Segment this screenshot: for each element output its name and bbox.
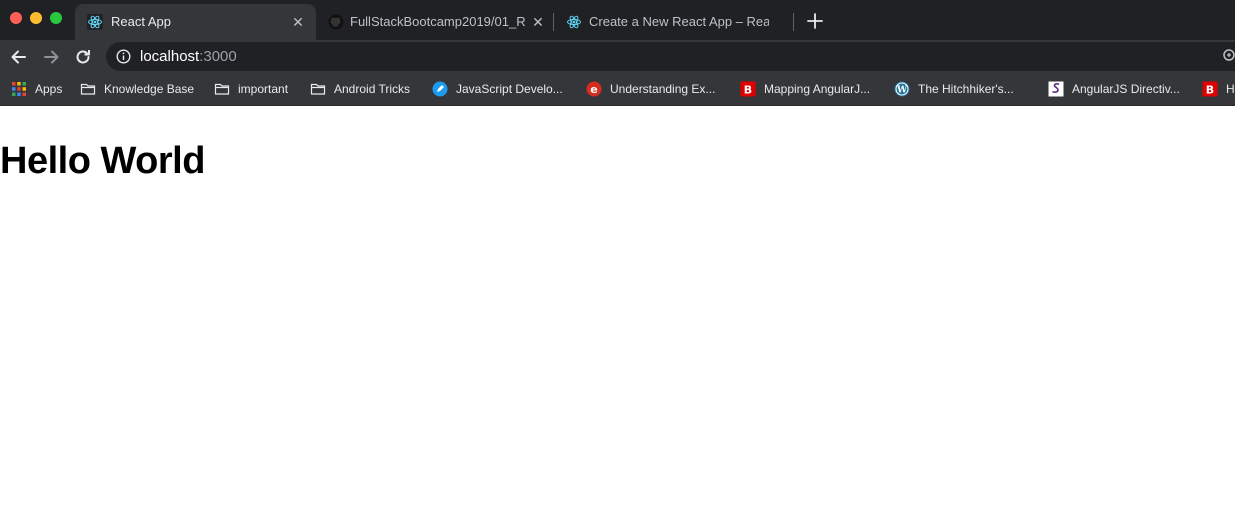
window-zoom-button[interactable]: [50, 12, 62, 24]
react-icon: [567, 15, 581, 29]
close-icon[interactable]: ✕: [290, 14, 306, 30]
bookmark-label: important: [238, 82, 289, 96]
folder-icon: [80, 83, 96, 95]
new-tab-icon[interactable]: [806, 12, 824, 30]
bookmarks-bar: Apps Knowledge Base important Android Tr…: [0, 73, 1235, 106]
wordpress-icon: W: [894, 81, 910, 97]
tab-title: Create a New React App – Reac: [589, 14, 769, 29]
svg-text:B: B: [744, 84, 752, 97]
bookmark-label: The Hitchhiker's...: [918, 82, 1014, 96]
b-icon: B: [1202, 81, 1218, 97]
bookmark-label: Apps: [35, 82, 63, 96]
address-bar[interactable]: localhost:3000: [106, 42, 1235, 71]
bookmark-knowledge-base[interactable]: Knowledge Base: [80, 80, 194, 98]
info-icon[interactable]: [116, 49, 131, 64]
bookmark-label: Knowledge Base: [104, 82, 195, 96]
bookmark-label: Understanding Ex...: [610, 82, 716, 96]
window-close-button[interactable]: [10, 12, 22, 24]
bookmark-apps[interactable]: Apps: [11, 80, 62, 98]
browser-toolbar: localhost:3000: [0, 40, 1235, 73]
page-content: Hello World: [0, 106, 1235, 510]
reload-icon[interactable]: [73, 47, 93, 67]
tab-title: FullStackBootcamp2019/01_RE: [350, 14, 526, 29]
back-arrow-icon[interactable]: [9, 47, 29, 67]
close-icon[interactable]: ✕: [530, 14, 546, 30]
bookmark-understanding-ex[interactable]: e Understanding Ex...: [586, 80, 715, 98]
s-icon: [1048, 81, 1064, 97]
pen-icon: [432, 81, 448, 97]
bookmark-label: Android Tricks: [334, 82, 411, 96]
svg-text:W: W: [896, 86, 908, 96]
window-minimize-button[interactable]: [30, 12, 42, 24]
bookmark-h[interactable]: B H: [1202, 80, 1235, 98]
bookmark-label: JavaScript Develo...: [456, 82, 563, 96]
e-icon: e: [586, 81, 602, 97]
bookmark-label: Mapping AngularJ...: [764, 82, 871, 96]
bookmark-hitchhikers[interactable]: W The Hitchhiker's...: [894, 80, 1014, 98]
forward-arrow-icon[interactable]: [41, 47, 61, 67]
github-icon: [328, 14, 344, 30]
url-host: localhost: [140, 48, 200, 65]
tab-title: React App: [111, 14, 171, 29]
apps-grid-icon: [12, 82, 26, 96]
bookmark-android-tricks[interactable]: Android Tricks: [310, 80, 410, 98]
folder-icon: [310, 83, 326, 95]
react-icon: [87, 14, 103, 30]
bookmark-label: AngularJS Directiv...: [1072, 82, 1180, 96]
tab-react-app[interactable]: React App ✕: [75, 4, 316, 40]
tab-github[interactable]: FullStackBootcamp2019/01_RE ✕: [316, 4, 553, 40]
svg-text:e: e: [590, 83, 597, 96]
bookmark-label: H: [1226, 82, 1235, 96]
zoom-icon[interactable]: [1222, 48, 1235, 64]
tab-create-react-app[interactable]: Create a New React App – Reac: [554, 4, 792, 40]
bookmark-mapping-angularj[interactable]: B Mapping AngularJ...: [740, 80, 870, 98]
tab-separator: [793, 13, 794, 31]
url-port: :3000: [199, 48, 237, 65]
tab-strip: React App ✕ FullStackBootcamp2019/01_RE …: [0, 0, 1235, 40]
b-icon: B: [740, 81, 756, 97]
bookmark-javascript-developer[interactable]: JavaScript Develo...: [432, 80, 563, 98]
svg-text:B: B: [1206, 84, 1214, 97]
page-heading: Hello World: [0, 140, 205, 182]
url-text: localhost:3000: [140, 48, 237, 65]
bookmark-angularjs-directives[interactable]: AngularJS Directiv...: [1048, 80, 1180, 98]
bookmark-important[interactable]: important: [214, 80, 288, 98]
folder-icon: [214, 83, 230, 95]
